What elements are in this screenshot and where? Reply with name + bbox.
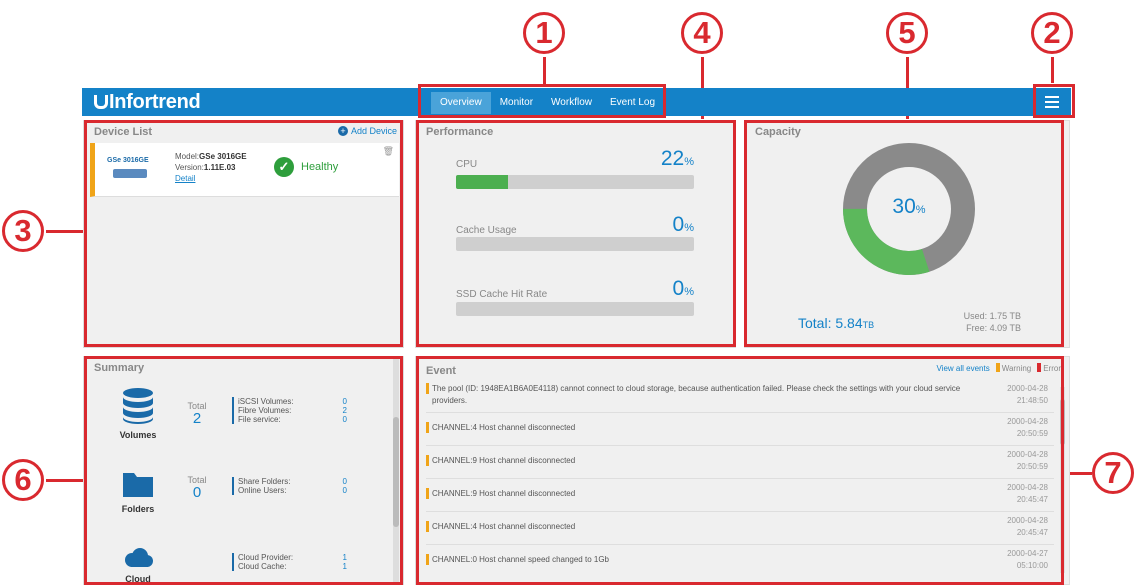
- event-header-controls: View all events Warning Error: [937, 363, 1061, 373]
- legend-warning: Warning: [995, 363, 1031, 373]
- error-swatch: [1037, 363, 1042, 372]
- callout-2: 2: [1031, 12, 1073, 54]
- device-list-title: Device List: [94, 126, 153, 138]
- warning-marker: [426, 383, 429, 394]
- add-icon: +: [337, 126, 348, 136]
- callout-3: 3: [2, 210, 44, 252]
- cache-usage-bar: [456, 237, 694, 251]
- summary-title: Summary: [94, 362, 145, 374]
- device-status: Healthy: [301, 161, 339, 173]
- device-card[interactable]: GSe 3016GE Model:GSe 3016GE Version:1.11…: [90, 143, 399, 197]
- callout-5: 5: [886, 12, 928, 54]
- summary-scrollbar[interactable]: [393, 357, 399, 584]
- top-navigation-bar: Infortrend Overview Monitor Workflow Eve…: [82, 88, 1071, 116]
- event-row[interactable]: CHANNEL:4 Host channel disconnected 2000…: [426, 413, 1054, 446]
- performance-panel: Performance CPU 22% Cache Usage 0% SSD C…: [415, 120, 736, 348]
- capacity-free: Free: 4.09 TB: [966, 323, 1021, 333]
- capacity-donut: 30%: [843, 141, 975, 277]
- callout-4: 4: [681, 12, 723, 54]
- device-meta: Model:GSe 3016GE Version:1.11E.03 Detail: [175, 152, 247, 183]
- volumes-total: Total 2: [187, 401, 207, 427]
- capacity-percent: 30%: [892, 195, 926, 218]
- capacity-panel: Capacity 30% Total: 5.84TB Used: 1.75 TB…: [744, 120, 1070, 348]
- cloud-breakdown: Cloud Provider: 1 Cloud Cache: 1: [232, 553, 347, 571]
- warning-marker: [426, 488, 429, 499]
- warning-marker: [426, 455, 429, 466]
- callout-1-leader: [543, 57, 546, 84]
- callout-2-leader: [1051, 57, 1054, 83]
- volumes-summary[interactable]: Volumes: [108, 387, 168, 440]
- warning-marker: [426, 422, 429, 433]
- folders-total: Total 0: [187, 475, 207, 501]
- event-title: Event: [426, 365, 456, 377]
- event-scrollbar[interactable]: [1060, 387, 1065, 573]
- tab-overview[interactable]: Overview: [431, 92, 491, 114]
- hamburger-icon[interactable]: [1043, 93, 1061, 111]
- tab-monitor[interactable]: Monitor: [491, 92, 542, 114]
- cloud-icon: [125, 548, 153, 567]
- callout-3-leader: [46, 230, 84, 233]
- view-all-events-link[interactable]: View all events: [937, 364, 990, 373]
- event-list: The pool (ID: 1948EA1B6A0E4118) cannot c…: [426, 380, 1054, 578]
- cpu-bar: [456, 175, 694, 189]
- capacity-total: Total: 5.84TB: [798, 315, 875, 331]
- tab-event-log[interactable]: Event Log: [601, 92, 664, 114]
- capacity-used-free: Used: 1.75 TB Free: 4.09 TB: [964, 310, 1021, 334]
- device-list-panel: Device List + Add Device GSe 3016GE Model…: [83, 120, 404, 348]
- main-nav: Overview Monitor Workflow Event Log: [431, 92, 664, 114]
- capacity-title: Capacity: [755, 126, 801, 138]
- capacity-used: Used: 1.75 TB: [963, 311, 1021, 321]
- warning-marker: [426, 554, 429, 565]
- trash-icon[interactable]: 🗑: [383, 146, 394, 157]
- cloud-summary[interactable]: Cloud: [108, 547, 168, 584]
- folders-summary[interactable]: Folders: [108, 469, 168, 514]
- database-icon: [123, 388, 153, 424]
- check-icon: ✓: [274, 157, 294, 177]
- brand-logo[interactable]: Infortrend: [94, 91, 201, 114]
- storage-device-icon: [113, 169, 147, 178]
- brand-mark-icon: [94, 95, 108, 109]
- event-panel: Event View all events Warning Error The …: [415, 356, 1070, 585]
- callout-6: 6: [2, 459, 44, 501]
- callout-6-leader: [46, 479, 84, 482]
- event-row[interactable]: CHANNEL:0 Host channel speed changed to …: [426, 545, 1054, 578]
- detail-link[interactable]: Detail: [175, 174, 195, 183]
- add-device-button[interactable]: + Add Device: [337, 126, 397, 136]
- warning-marker: [426, 521, 429, 532]
- callout-7: 7: [1092, 452, 1134, 494]
- warning-swatch: [995, 363, 1000, 372]
- ssd-cache-hit-rate-bar: [456, 302, 694, 316]
- event-row[interactable]: CHANNEL:4 Host channel disconnected 2000…: [426, 512, 1054, 545]
- performance-title: Performance: [426, 126, 494, 138]
- legend-error: Error: [1037, 363, 1061, 373]
- callout-1: 1: [523, 12, 565, 54]
- volumes-breakdown: iSCSI Volumes: 0 Fibre Volumes: 2 File ser…: [232, 397, 347, 424]
- event-row[interactable]: CHANNEL:9 Host channel disconnected 2000…: [426, 446, 1054, 479]
- event-row[interactable]: The pool (ID: 1948EA1B6A0E4118) cannot c…: [426, 380, 1054, 413]
- event-row[interactable]: CHANNEL:9 Host channel disconnected 2000…: [426, 479, 1054, 512]
- folder-icon: [123, 473, 153, 497]
- summary-panel: Summary Volumes Total 2 iSCSI Volumes: 0 F…: [83, 356, 404, 585]
- tab-workflow[interactable]: Workflow: [542, 92, 601, 114]
- folders-breakdown: Share Folders: 0 Online Users: 0: [232, 477, 347, 495]
- device-name: GSe 3016GE: [107, 157, 149, 164]
